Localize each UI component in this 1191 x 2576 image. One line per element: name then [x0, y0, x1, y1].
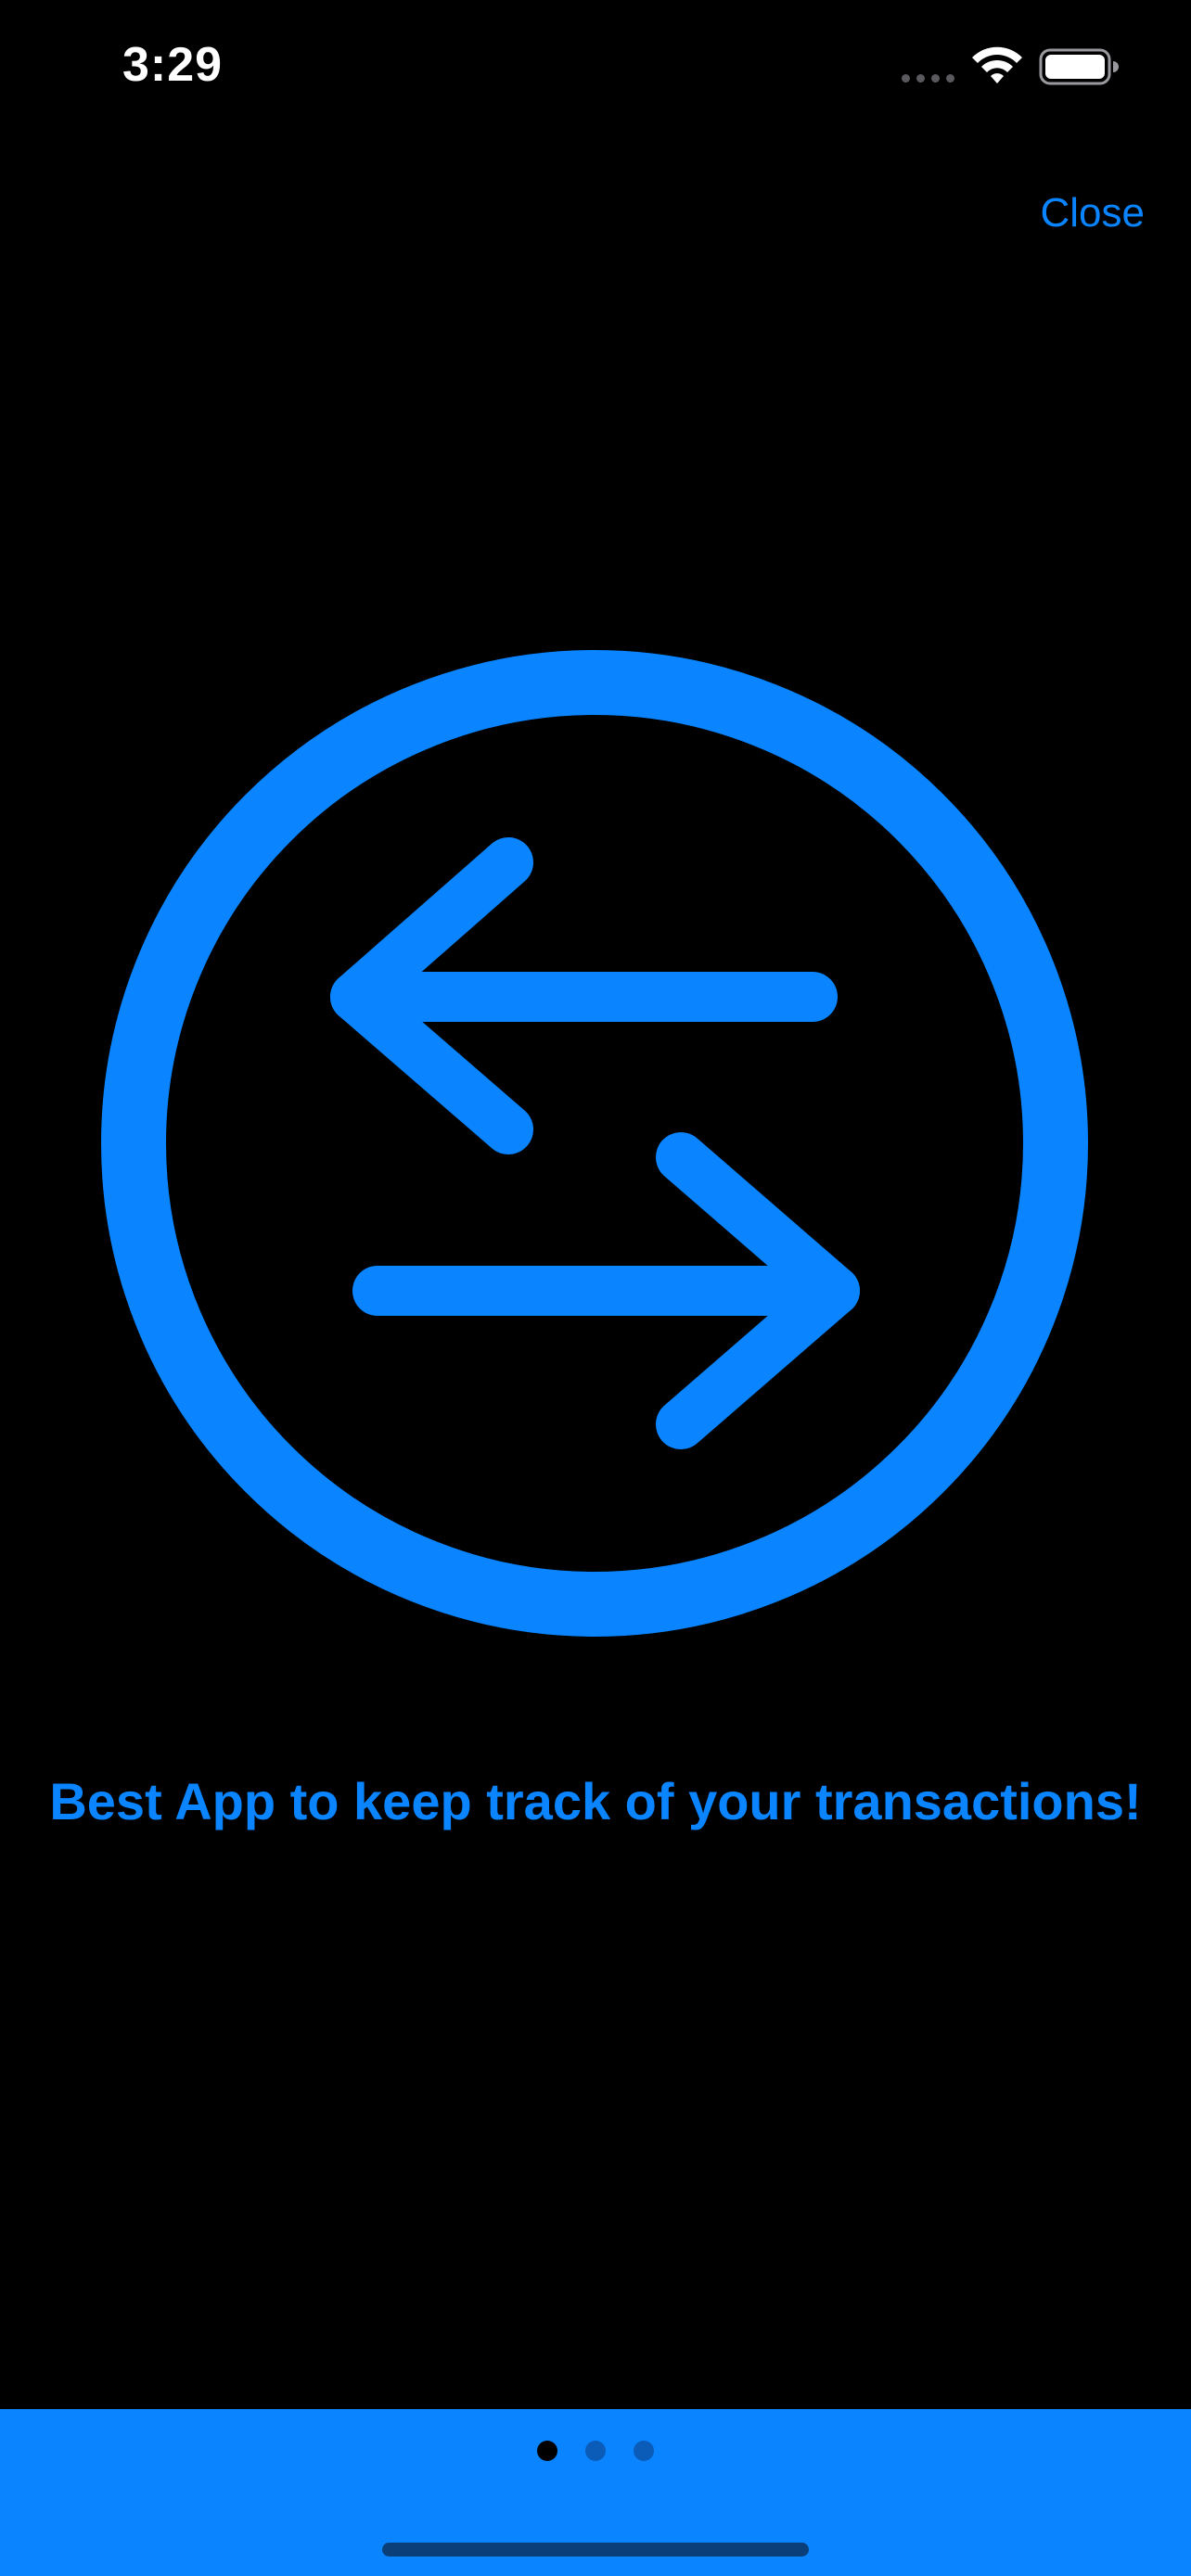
status-bar: 3:29	[0, 0, 1191, 139]
page-dot-2[interactable]	[585, 2441, 606, 2461]
home-indicator[interactable]	[382, 2543, 809, 2557]
page-dot-3[interactable]	[634, 2441, 654, 2461]
arrow-left-arrow-right-circle-icon	[101, 650, 1088, 1637]
status-time: 3:29	[122, 38, 224, 92]
close-button[interactable]: Close	[1041, 190, 1146, 236]
onboarding-headline: Best App to keep track of your transacti…	[49, 1772, 1142, 1830]
battery-icon	[1039, 48, 1119, 85]
page-dot-1[interactable]	[537, 2441, 557, 2461]
bottom-bar	[0, 2409, 1191, 2576]
cellular-signal-icon	[902, 74, 957, 83]
page-control[interactable]	[0, 2441, 1191, 2463]
wifi-icon	[972, 46, 1022, 83]
